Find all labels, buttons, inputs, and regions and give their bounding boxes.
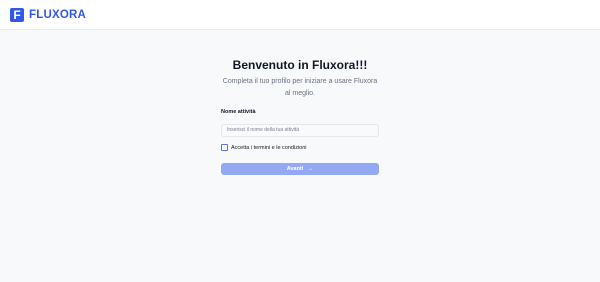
next-button-label: Avanti <box>286 165 304 172</box>
arrow-right-icon: → <box>307 165 314 172</box>
brand-logo[interactable]: F FLUXORA <box>10 8 86 22</box>
brand-name: FLUXORA <box>29 9 86 21</box>
onboarding-page: Benvenuto in Fluxora!!! Completa il tuo … <box>0 31 600 282</box>
page-subtitle: Completa il tuo profilo per iniziare a u… <box>222 78 378 97</box>
top-bar: F FLUXORA <box>0 0 600 30</box>
profile-completion-panel: Benvenuto in Fluxora!!! Completa il tuo … <box>221 58 379 175</box>
fluxora-logo-icon: F <box>10 8 24 22</box>
business-name-label: Nome attività <box>221 109 256 115</box>
terms-label[interactable]: Accetta i termini e le condizioni <box>231 144 307 152</box>
page-title: Benvenuto in Fluxora!!! <box>232 58 368 72</box>
terms-checkbox[interactable] <box>221 144 228 151</box>
business-name-input[interactable] <box>221 123 379 137</box>
next-button[interactable]: Avanti → <box>221 162 379 175</box>
terms-row[interactable]: Accetta i termini e le condizioni <box>221 144 379 152</box>
